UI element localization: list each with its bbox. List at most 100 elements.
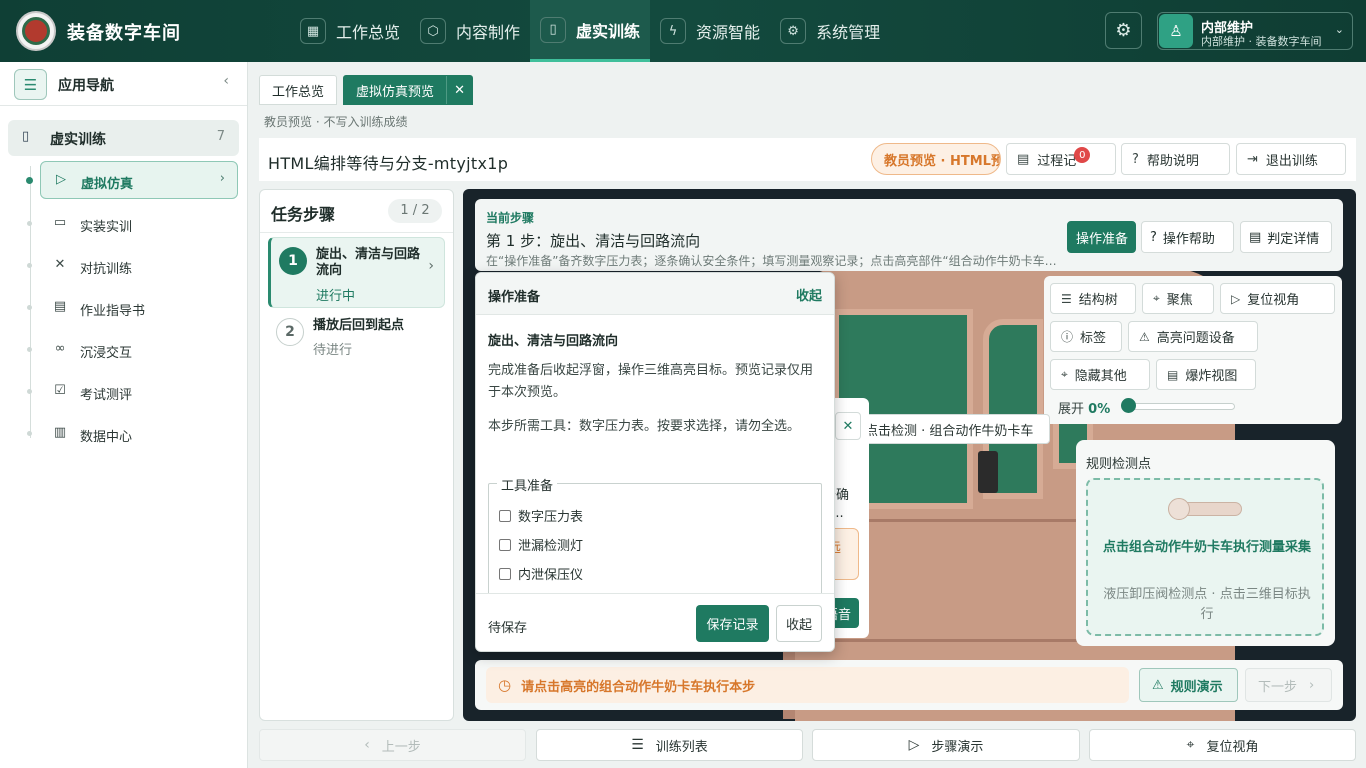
topnav-system[interactable]: ⚙ 系统管理 bbox=[770, 0, 890, 62]
save-status: 待保存 bbox=[488, 621, 528, 636]
collapse-button[interactable]: 收起 bbox=[776, 605, 822, 642]
popup-body: 旋出、清洁与回路流向 完成准备后收起浮窗，操作三维高亮目标。预览记录仅用于本次预… bbox=[476, 315, 834, 593]
button-label: 判定详情 bbox=[1267, 231, 1320, 247]
play-circle-icon: ▷ bbox=[908, 737, 920, 753]
monitor-icon: ▭ bbox=[53, 215, 67, 230]
close-icon[interactable]: ✕ bbox=[835, 412, 861, 440]
menu-toggle-button[interactable]: ☰ bbox=[14, 69, 47, 100]
tool-checkbox-pressure-holder[interactable]: 内泄保压仪 bbox=[499, 564, 583, 583]
sidebar-item-data[interactable]: ▥ 数据中心 bbox=[27, 415, 238, 453]
topnav-training[interactable]: ▯ 虚实训练 bbox=[530, 0, 651, 62]
tree-dot bbox=[27, 305, 32, 310]
page-subtitle: 教员预览 · 不写入训练成绩 bbox=[264, 115, 408, 129]
current-step-card: 当前步骤 第 1 步：旋出、清洁与回路流向 在“操作准备”备齐数字压力表；逐条确… bbox=[475, 199, 1343, 271]
operation-help-button[interactable]: ? 操作帮助 bbox=[1141, 221, 1234, 253]
help-circle-icon: ? bbox=[1132, 151, 1139, 167]
button-label: 复位视角 bbox=[1206, 739, 1259, 755]
checkbox[interactable] bbox=[499, 567, 511, 580]
view-tools-panel: ☰ 结构树 ⌖ 聚焦 ▷ 复位视角 ⓘ 标签 ⚠ 高亮问题设备 ⌖ 隐藏其他 ▤ 爆炸视图 展… bbox=[1044, 276, 1342, 424]
emblem-icon bbox=[22, 17, 50, 45]
preview-badge: 教员预览 · HTML预览 bbox=[871, 143, 1001, 175]
training-list-button[interactable]: ☰ 训练列表 bbox=[536, 729, 803, 761]
expand-slider-handle[interactable] bbox=[1121, 398, 1136, 413]
sidebar-item-label: 虚拟仿真 bbox=[81, 177, 134, 192]
sidebar-item-guide[interactable]: ▤ 作业指导书 bbox=[27, 289, 238, 327]
expand-text: 展开 bbox=[1058, 402, 1085, 417]
rule-title: 规则检测点 bbox=[1086, 457, 1152, 472]
highlight-device-button[interactable]: ⚠ 高亮问题设备 bbox=[1128, 321, 1258, 352]
topnav-content[interactable]: ⬡ 内容制作 bbox=[410, 0, 530, 62]
judge-detail-button[interactable]: ▤ 判定详情 bbox=[1240, 221, 1332, 253]
sidebar-group-training[interactable]: ▯ 虚实训练 7 bbox=[8, 120, 239, 156]
step-name: 旋出、清洁与回路流向 bbox=[316, 247, 421, 278]
tab-sim-preview[interactable]: 虚拟仿真预览 ✕ bbox=[343, 75, 474, 105]
sidebar: ☰ 应用导航 ‹ ▯ 虚实训练 7 ▷ 虚拟仿真 › ▭ 实装实训 ✕ 对抗训练… bbox=[0, 62, 248, 768]
step-demo-button[interactable]: ▷ 步骤演示 bbox=[812, 729, 1080, 761]
button-label: 训练列表 bbox=[655, 739, 708, 755]
exit-training-button[interactable]: ⇥ 退出训练 bbox=[1236, 143, 1346, 175]
button-label: 操作准备 bbox=[1076, 231, 1129, 247]
crosshair-icon: ⌖ bbox=[1186, 737, 1195, 753]
save-record-button[interactable]: 保存记录 bbox=[696, 605, 769, 642]
tree-dot bbox=[27, 263, 32, 268]
tool-checkbox-leak-lamp[interactable]: 泄漏检测灯 bbox=[499, 535, 583, 554]
user-menu[interactable]: ♙ 内部维护 内部维护 · 装备数字车间 ⌄ bbox=[1157, 12, 1353, 50]
tool-checkbox-pressure-gauge[interactable]: 数字压力表 bbox=[499, 506, 583, 525]
popup-collapse-link[interactable]: 收起 bbox=[796, 285, 822, 304]
popup-footer: 待保存 保存记录 收起 bbox=[476, 593, 834, 651]
expand-slider[interactable] bbox=[1128, 403, 1235, 410]
sidebar-item-combat[interactable]: ✕ 对抗训练 bbox=[27, 247, 238, 285]
topnav-label: 资源智能 bbox=[696, 23, 761, 42]
explode-view-button[interactable]: ▤ 爆炸视图 bbox=[1156, 359, 1256, 390]
reset-view-bottom-button[interactable]: ⌖ 复位视角 bbox=[1089, 729, 1356, 761]
sidebar-group-label: 虚实训练 bbox=[50, 132, 106, 148]
sidebar-item-exam[interactable]: ☑ 考试测评 bbox=[27, 373, 238, 411]
rule-target-box[interactable]: 点击组合动作牛奶卡车执行测量采集 液压卸压阀检测点 · 点击三维目标执行 bbox=[1086, 478, 1324, 636]
sidebar-item-immersive[interactable]: ∞ 沉浸交互 bbox=[27, 331, 238, 369]
sidebar-item-real-training[interactable]: ▭ 实装实训 bbox=[27, 205, 238, 243]
help-button[interactable]: ? 帮助说明 bbox=[1121, 143, 1230, 175]
tree-dot bbox=[27, 431, 32, 436]
top-nav: ▦ 工作总览 ⬡ 内容制作 ▯ 虚实训练 ϟ 资源智能 ⚙ 系统管理 bbox=[290, 0, 890, 62]
label-button[interactable]: ⓘ 标签 bbox=[1050, 321, 1122, 352]
sidebar-item-virtual-sim[interactable]: ▷ 虚拟仿真 › bbox=[26, 161, 238, 199]
rule-sub-text: 液压卸压阀检测点 · 点击三维目标执行 bbox=[1103, 587, 1311, 622]
sidebar-item-label: 沉浸交互 bbox=[80, 346, 133, 361]
tree-dot bbox=[27, 347, 32, 352]
app-title: 装备数字车间 bbox=[67, 23, 181, 44]
settings-button[interactable]: ⚙ bbox=[1105, 12, 1142, 49]
chevron-right-icon: › bbox=[1309, 677, 1315, 693]
step-item-1[interactable]: 1 旋出、清洁与回路流向 进行中 › bbox=[268, 237, 445, 308]
reset-view-button[interactable]: ▷ 复位视角 bbox=[1220, 283, 1335, 314]
button-label: 步骤演示 bbox=[931, 739, 984, 755]
operation-prep-button[interactable]: 操作准备 bbox=[1067, 221, 1136, 253]
tab-bar: 工作总览 虚拟仿真预览 ✕ bbox=[259, 75, 479, 105]
close-icon[interactable]: ✕ bbox=[446, 76, 472, 104]
tab-overview[interactable]: 工作总览 bbox=[259, 75, 338, 105]
sidebar-item-label: 实装实训 bbox=[80, 220, 133, 235]
rule-checkpoint-panel: 规则检测点 点击组合动作牛奶卡车执行测量采集 液压卸压阀检测点 · 点击三维目标… bbox=[1076, 440, 1335, 646]
checkbox[interactable] bbox=[499, 509, 511, 522]
focus-button[interactable]: ⌖ 聚焦 bbox=[1142, 283, 1214, 314]
list-icon: ☰ bbox=[1061, 291, 1072, 306]
valve-knob-icon bbox=[1168, 498, 1190, 520]
structure-tree-button[interactable]: ☰ 结构树 bbox=[1050, 283, 1136, 314]
button-label: 爆炸视图 bbox=[1185, 369, 1238, 384]
prev-step-button[interactable]: ‹ 上一步 bbox=[259, 729, 526, 761]
topnav-overview[interactable]: ▦ 工作总览 bbox=[290, 0, 410, 62]
process-record-button[interactable]: ▤ 过程记 0 bbox=[1006, 143, 1116, 175]
current-step-desc: 在“操作准备”备齐数字压力表；逐条确认安全条件；填写测量观察记录；点击高亮部件“… bbox=[486, 254, 1058, 268]
prep-instructions: 完成准备后收起浮窗，操作三维高亮目标。预览记录仅用于本次预览。 bbox=[488, 363, 814, 400]
gear-icon: ⚙ bbox=[1115, 20, 1132, 41]
document-icon: ▤ bbox=[1249, 229, 1262, 245]
rule-demo-button[interactable]: ⚠ 规则演示 bbox=[1139, 668, 1238, 702]
step-item-2[interactable]: 2 播放后回到起点 待进行 bbox=[268, 312, 445, 358]
popup-header: 操作准备 收起 bbox=[476, 273, 834, 315]
next-step-button[interactable]: 下一步 › bbox=[1245, 668, 1332, 702]
topnav-resources[interactable]: ϟ 资源智能 bbox=[650, 0, 770, 62]
checkbox[interactable] bbox=[499, 538, 511, 551]
hide-others-button[interactable]: ⌖ 隐藏其他 bbox=[1050, 359, 1150, 390]
collapse-sidebar-icon[interactable]: ‹ bbox=[223, 73, 229, 89]
tool-label: 内泄保压仪 bbox=[518, 568, 584, 583]
bar-chart-icon: ▥ bbox=[53, 425, 67, 440]
